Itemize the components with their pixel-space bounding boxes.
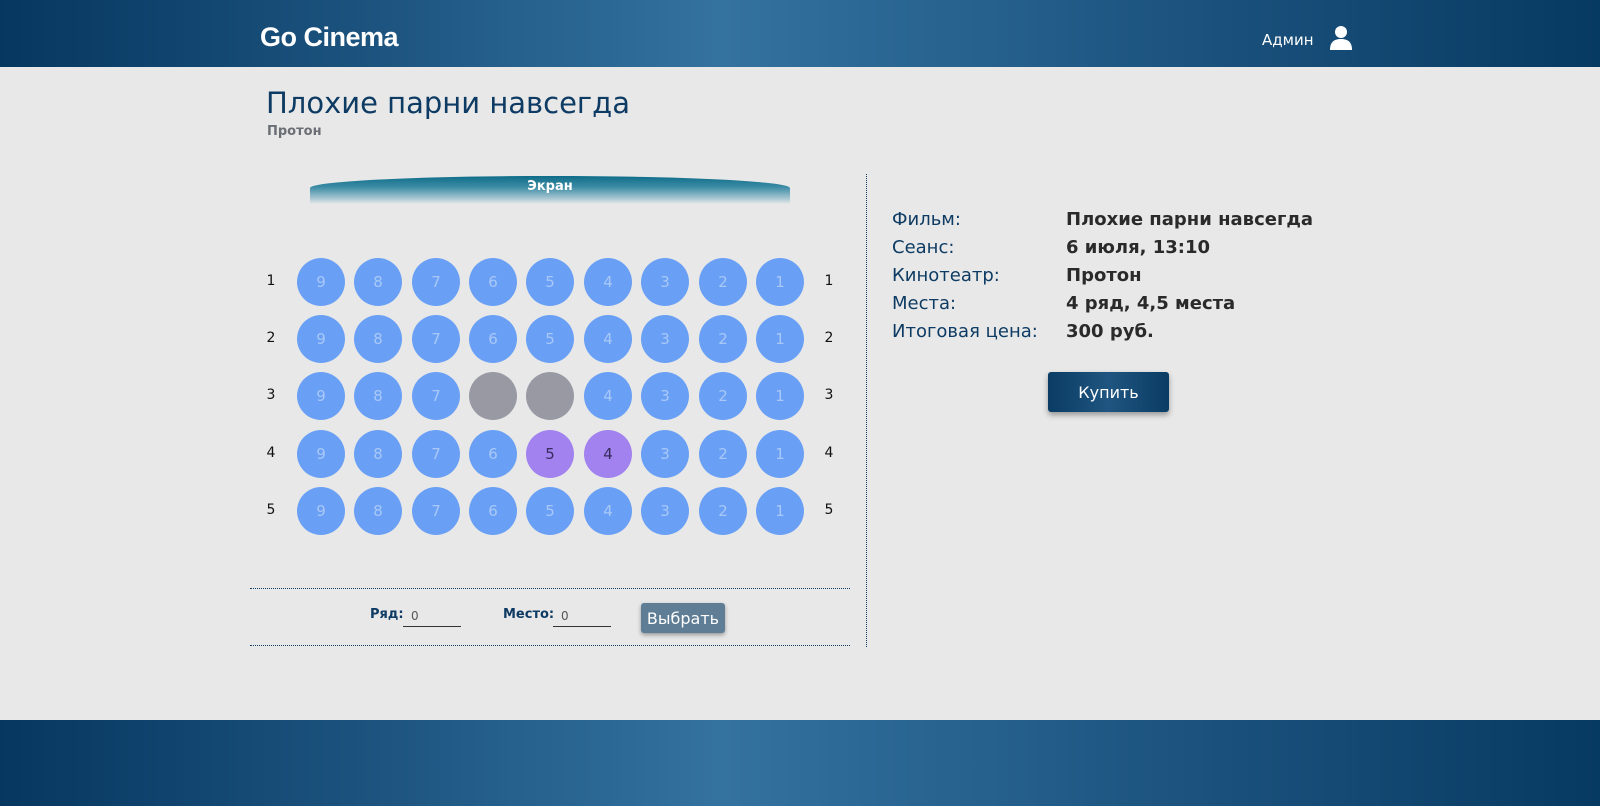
seat-free[interactable]: 7 (412, 430, 460, 478)
summary-key: Итоговая цена: (892, 321, 1038, 342)
seat-free[interactable]: 1 (756, 372, 804, 420)
row-number-right: 3 (824, 387, 834, 403)
seat-free[interactable]: 1 (756, 487, 804, 535)
seat-taken: 6 (469, 372, 517, 420)
seat-free[interactable]: 6 (469, 315, 517, 363)
row-number-left: 4 (266, 445, 276, 461)
seat-free[interactable]: 9 (297, 258, 345, 306)
buy-button[interactable]: Купить (1048, 372, 1169, 412)
seat-label: Место: (503, 607, 555, 622)
seat-free[interactable]: 8 (354, 487, 402, 535)
seat-free[interactable]: 5 (526, 315, 574, 363)
cinema-screen: Экран (310, 176, 790, 204)
row-number-right: 5 (824, 502, 834, 518)
row-number-left: 3 (266, 387, 276, 403)
summary-key: Места: (892, 293, 957, 314)
row-number-right: 1 (824, 273, 834, 289)
seat-free[interactable]: 9 (297, 372, 345, 420)
top-navbar: Go Cinema Админ (0, 0, 1600, 67)
seat-selected[interactable]: 5 (526, 430, 574, 478)
seat-free[interactable]: 6 (469, 430, 517, 478)
seat-free[interactable]: 2 (699, 258, 747, 306)
seat-free[interactable]: 2 (699, 372, 747, 420)
user-name[interactable]: Админ (1262, 31, 1314, 49)
row-number-left: 1 (266, 273, 276, 289)
seat-free[interactable]: 8 (354, 315, 402, 363)
footer (0, 720, 1600, 806)
seat-free[interactable]: 8 (354, 372, 402, 420)
summary-value: 6 июля, 13:10 (1066, 237, 1211, 258)
user-icon[interactable] (1330, 26, 1352, 50)
seat-free[interactable]: 4 (584, 258, 632, 306)
summary-value: Протон (1066, 265, 1142, 286)
seat-picker: Ряд: Место: Выбрать (250, 588, 850, 646)
cinema-subtitle: Протон (267, 124, 322, 139)
seat-free[interactable]: 4 (584, 315, 632, 363)
seat-free[interactable]: 8 (354, 258, 402, 306)
seat-free[interactable]: 4 (584, 487, 632, 535)
seat-free[interactable]: 7 (412, 487, 460, 535)
seat-free[interactable]: 1 (756, 258, 804, 306)
seat-free[interactable]: 5 (526, 487, 574, 535)
summary-value: Плохие парни навсегда (1066, 209, 1314, 230)
seat-free[interactable]: 2 (699, 487, 747, 535)
seat-free[interactable]: 3 (641, 258, 689, 306)
row-input[interactable] (403, 605, 461, 627)
seat-taken: 5 (526, 372, 574, 420)
summary-key: Кинотеатр: (892, 265, 1000, 286)
seat-free[interactable]: 1 (756, 315, 804, 363)
seat-free[interactable]: 5 (526, 258, 574, 306)
screen-label: Экран (527, 179, 573, 194)
seat-free[interactable]: 6 (469, 487, 517, 535)
seat-free[interactable]: 9 (297, 315, 345, 363)
seat-free[interactable]: 4 (584, 372, 632, 420)
row-number-left: 5 (266, 502, 276, 518)
seat-selected[interactable]: 4 (584, 430, 632, 478)
seat-free[interactable]: 7 (412, 372, 460, 420)
seat-free[interactable]: 3 (641, 372, 689, 420)
vertical-divider (866, 174, 867, 647)
summary-value: 300 руб. (1066, 321, 1154, 342)
seat-free[interactable]: 9 (297, 487, 345, 535)
page-title: Плохие парни навсегда (266, 86, 630, 120)
seat-free[interactable]: 3 (641, 315, 689, 363)
summary-key: Фильм: (892, 209, 961, 230)
seat-free[interactable]: 9 (297, 430, 345, 478)
seat-free[interactable]: 2 (699, 430, 747, 478)
brand-logo[interactable]: Go Cinema (260, 22, 399, 53)
summary-key: Сеанс: (892, 237, 955, 258)
summary-value: 4 ряд, 4,5 места (1066, 293, 1236, 314)
seat-free[interactable]: 3 (641, 487, 689, 535)
row-number-right: 2 (824, 330, 834, 346)
seat-input[interactable] (553, 605, 611, 627)
seat-free[interactable]: 8 (354, 430, 402, 478)
seat-free[interactable]: 1 (756, 430, 804, 478)
row-number-right: 4 (824, 445, 834, 461)
row-label: Ряд: (370, 607, 404, 622)
row-number-left: 2 (266, 330, 276, 346)
seat-free[interactable]: 7 (412, 315, 460, 363)
seat-free[interactable]: 6 (469, 258, 517, 306)
seat-free[interactable]: 3 (641, 430, 689, 478)
choose-button[interactable]: Выбрать (641, 603, 725, 633)
seat-free[interactable]: 7 (412, 258, 460, 306)
seat-free[interactable]: 2 (699, 315, 747, 363)
